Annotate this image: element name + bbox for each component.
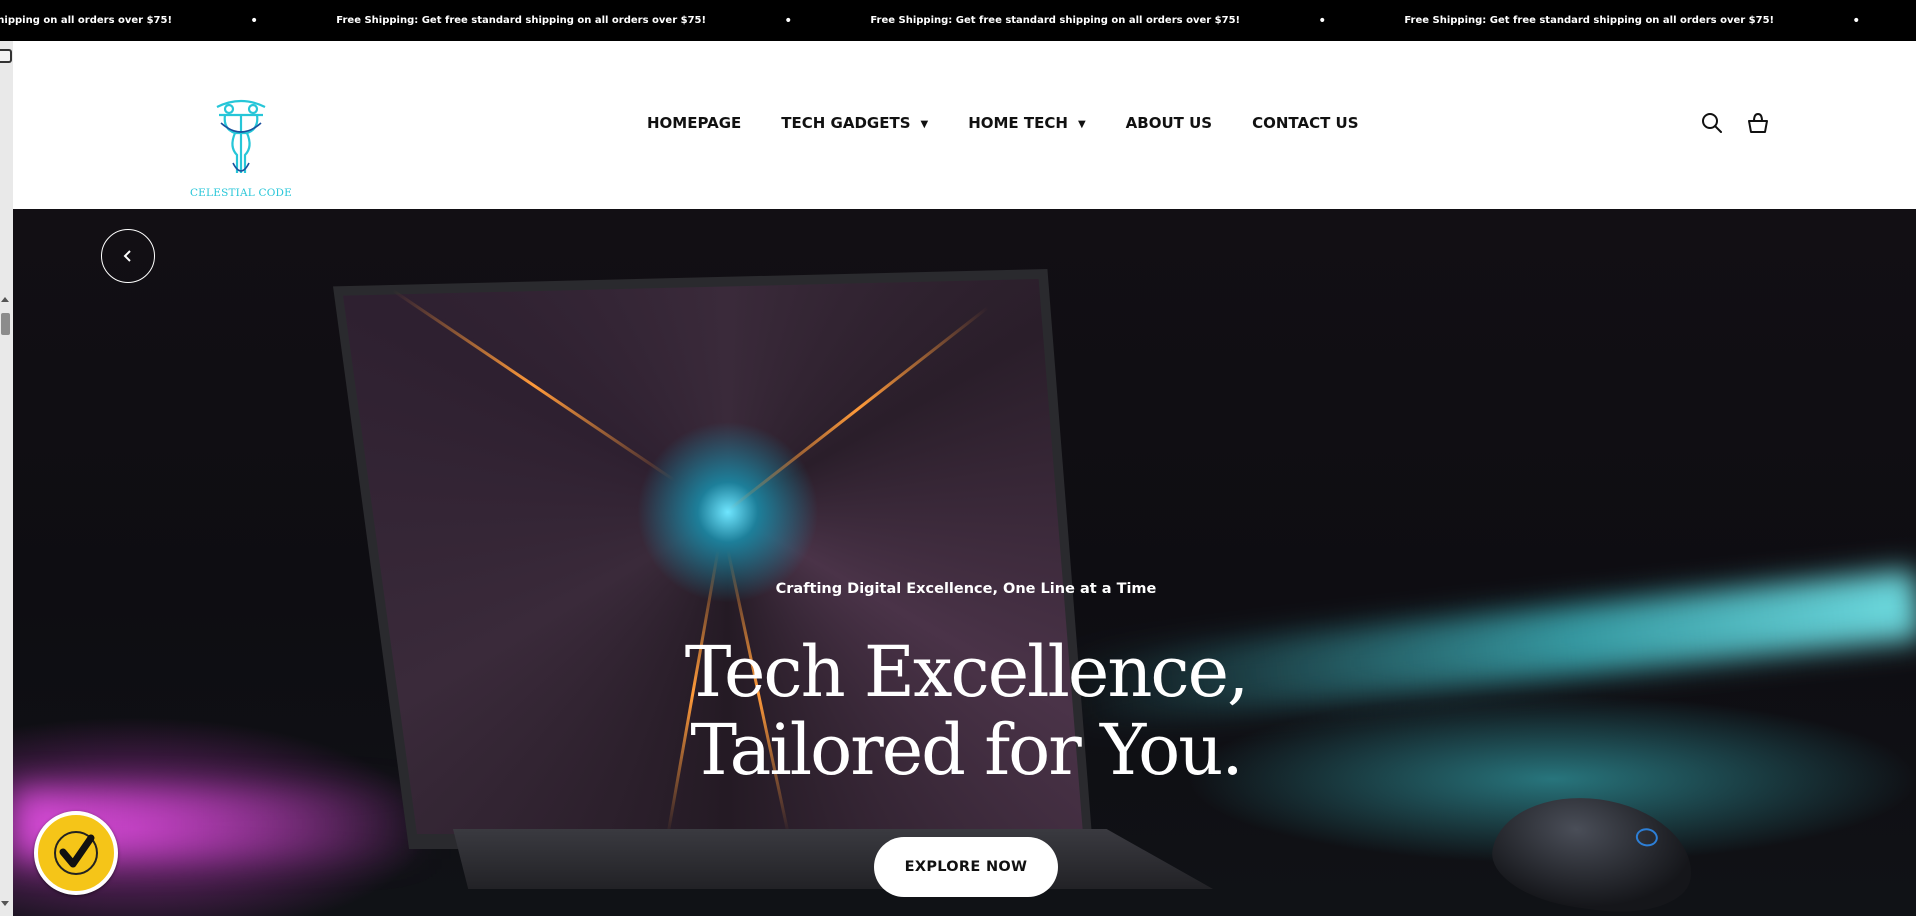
main-nav: HOMEPAGE TECH GADGETS ▼ HOME TECH ▼ ABOU… bbox=[647, 114, 1399, 132]
separator-dot: • bbox=[250, 12, 259, 29]
scroll-up-arrow[interactable] bbox=[1, 297, 9, 302]
nav-label: HOMEPAGE bbox=[647, 114, 742, 132]
explore-now-button[interactable]: EXPLORE NOW bbox=[874, 837, 1058, 897]
separator-dot: • bbox=[1852, 12, 1861, 29]
header-actions bbox=[1700, 111, 1770, 135]
nav-label: ABOUT US bbox=[1125, 114, 1213, 132]
site-header: CELESTIAL CODE HOMEPAGE TECH GADGETS ▼ H… bbox=[13, 41, 1916, 209]
nav-tech-gadgets[interactable]: TECH GADGETS ▼ bbox=[781, 114, 928, 132]
nav-homepage[interactable]: HOMEPAGE bbox=[647, 114, 741, 132]
announcement-message: Free Shipping: Get free standard shippin… bbox=[870, 15, 1241, 26]
separator-dot: • bbox=[784, 12, 793, 29]
chevron-down-icon: ▼ bbox=[920, 118, 929, 130]
logo-wordmark: CELESTIAL CODE bbox=[189, 187, 293, 199]
slide-prev-button[interactable] bbox=[101, 229, 155, 283]
announcement-message: Free Shipping: Get free standard shippin… bbox=[1404, 15, 1775, 26]
chevron-left-icon bbox=[123, 250, 131, 262]
announcement-message: Free Shipping: Get free standard shippin… bbox=[336, 15, 707, 26]
mouse-logo-icon bbox=[1634, 826, 1659, 848]
hero-headline: Tech Excellence, Tailored for You. bbox=[13, 633, 1916, 789]
announcement-message: andard shipping on all orders over $75! bbox=[0, 15, 173, 26]
cart-icon[interactable] bbox=[1746, 111, 1770, 135]
separator-dot: • bbox=[1318, 12, 1327, 29]
nav-home-tech[interactable]: HOME TECH ▼ bbox=[968, 114, 1085, 132]
announcement-bar: andard shipping on all orders over $75! … bbox=[0, 0, 1916, 41]
announcement-track: andard shipping on all orders over $75! … bbox=[0, 0, 1916, 41]
laptop-image bbox=[333, 269, 1213, 889]
headline-line-2: Tailored for You. bbox=[690, 709, 1243, 791]
nav-label: HOME TECH bbox=[968, 114, 1068, 132]
side-panel-icon[interactable] bbox=[0, 49, 12, 63]
site-logo[interactable]: CELESTIAL CODE bbox=[181, 89, 301, 199]
nav-label: CONTACT US bbox=[1252, 114, 1359, 132]
hero-eyebrow: Crafting Digital Excellence, One Line at… bbox=[775, 581, 1157, 597]
chevron-down-icon: ▼ bbox=[1077, 118, 1086, 130]
scroll-down-arrow[interactable] bbox=[1, 901, 9, 906]
headline-line-1: Tech Excellence, bbox=[684, 631, 1250, 713]
scrollbar-thumb[interactable] bbox=[1, 313, 10, 335]
browser-side-strip bbox=[0, 41, 14, 916]
hero-slideshow: Crafting Digital Excellence, One Line at… bbox=[13, 209, 1916, 916]
nav-contact-us[interactable]: CONTACT US bbox=[1252, 114, 1358, 132]
mouse-image bbox=[1486, 785, 1700, 916]
search-icon[interactable] bbox=[1700, 111, 1724, 135]
laptop-keyboard bbox=[453, 829, 1213, 889]
logo-icon bbox=[216, 99, 266, 173]
norton-badge-icon[interactable] bbox=[34, 811, 118, 895]
nav-label: TECH GADGETS bbox=[781, 114, 911, 132]
nav-about-us[interactable]: ABOUT US bbox=[1126, 114, 1212, 132]
